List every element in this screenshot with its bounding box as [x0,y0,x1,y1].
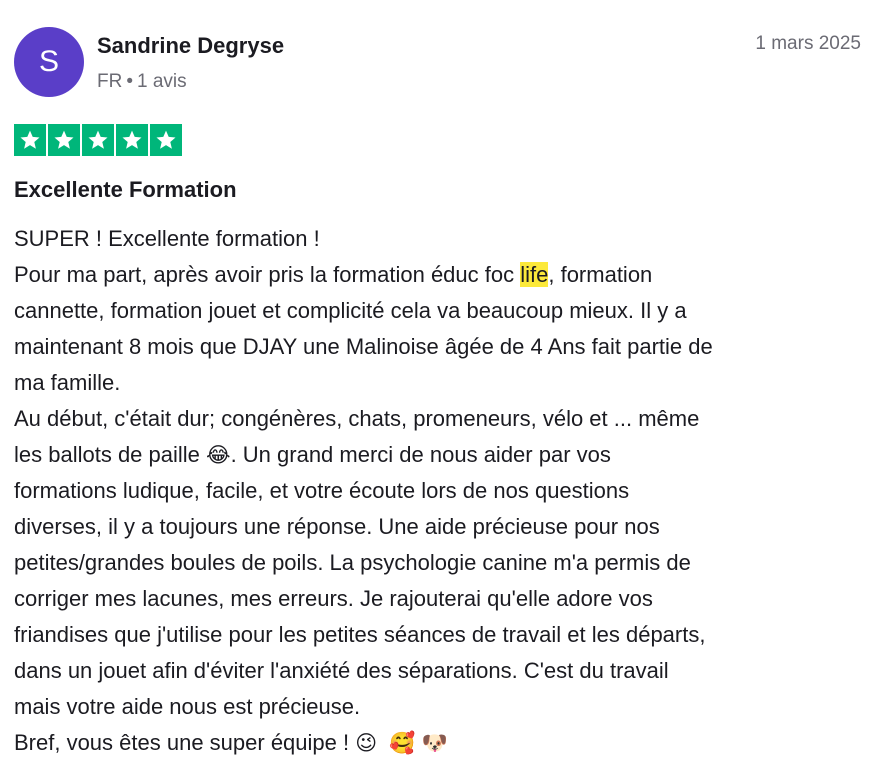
star-rating-box [82,124,114,156]
review-line: dans un jouet afin d'éviter l'anxiété de… [14,658,669,683]
review-line: les ballots de paille 😂. Un grand merci … [14,437,864,473]
review-text: Pour ma part, après avoir pris la format… [14,262,521,287]
review-line: Bref, vous êtes une super équipe ! 😉 🥰 🐶 [14,725,864,761]
review-line: Pour ma part, après avoir pris la format… [14,257,864,293]
wink-emoji-icon: 😉 [355,731,378,755]
avatar-initial: S [38,45,59,78]
review-text: Bref, vous êtes une super équipe ! [14,730,356,755]
review-line: friandises que j'utilise pour les petite… [14,622,706,647]
highlighted-word: life [520,262,549,287]
avatar[interactable]: S [14,27,84,97]
review-line: diverses, il y a toujours une réponse. U… [14,514,660,539]
star-icon [156,130,176,149]
review-line: cannette, formation jouet et complicité … [14,298,687,323]
smiling-hearts-emoji-icon: 🥰 [389,731,416,755]
review-header: S Sandrine Degryse FR • 1 avis 1 mars 2025 [14,27,861,99]
review-line: Au début, c'était dur; congénères, chats… [14,406,700,431]
review-line: maintenant 8 mois que DJAY une Malinoise… [14,334,713,359]
review-card: S Sandrine Degryse FR • 1 avis 1 mars 2025… [0,0,878,760]
review-line: mais votre aide nous est précieuse. [14,694,361,719]
star-rating-box [150,124,182,156]
star-icon [20,130,40,149]
meta-separator: • [126,71,133,92]
reviewer-country: FR [97,71,123,92]
review-text: , formation [548,262,653,287]
review-line: SUPER ! Excellente formation ! [14,226,320,251]
review-title[interactable]: Excellente Formation [14,177,237,203]
star-rating-box [116,124,148,156]
review-text: . Un grand merci de nous aider par vos [230,442,611,467]
reviewer-review-count: 1 avis [136,71,187,92]
review-line: ma famille. [14,370,121,395]
dog-face-emoji-icon: 🐶 [421,731,448,755]
star-icon [88,130,108,149]
review-line: petites/grandes boules de poils. La psyc… [14,550,691,575]
review-date: 1 mars 2025 [755,33,861,54]
star-icon [122,130,142,149]
star-icon [54,130,74,149]
review-line: corriger mes lacunes, mes erreurs. Je ra… [14,586,653,611]
review-line: formations ludique, facile, et votre éco… [14,478,630,503]
star-rating-box [14,124,46,156]
reviewer-meta: FR • 1 avis [97,71,187,93]
review-text: les ballots de paille [14,442,207,467]
laughing-emoji-icon: 😂 [206,443,231,467]
review-body: SUPER ! Excellente formation ! Pour ma p… [14,221,864,761]
star-rating-box [48,124,80,156]
star-rating [14,124,182,156]
reviewer-name[interactable]: Sandrine Degryse [97,33,284,59]
